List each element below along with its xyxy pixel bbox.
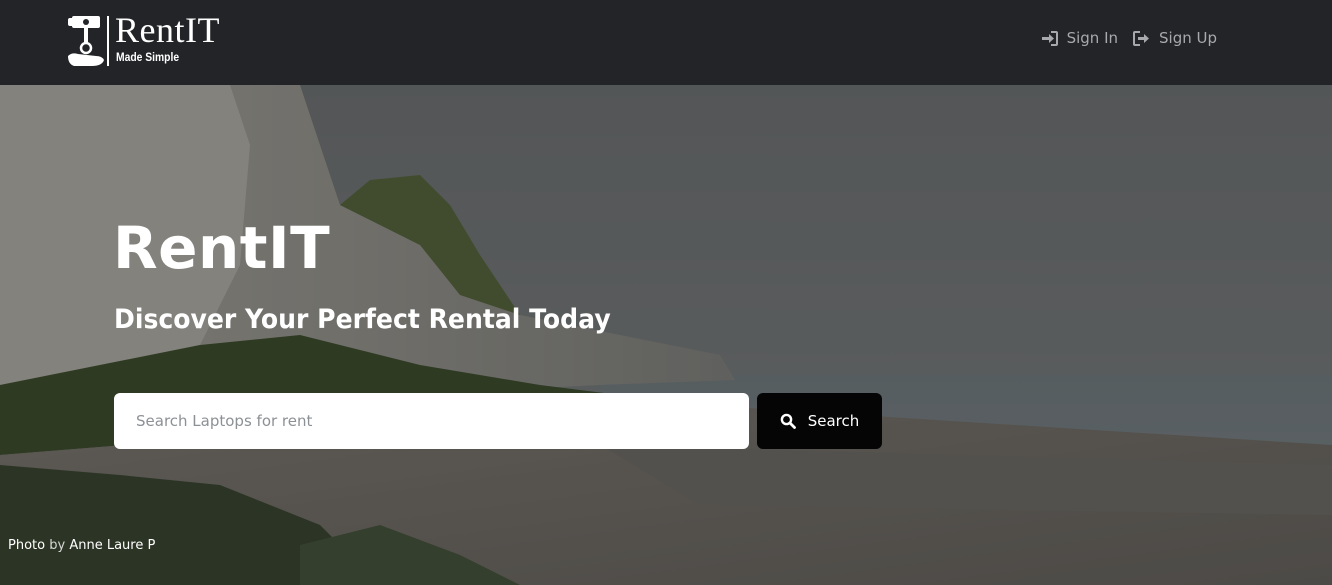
hero-title: RentIT	[113, 214, 331, 282]
hero-subtitle: Discover Your Perfect Rental Today	[114, 304, 611, 335]
hero-section: RentIT Discover Your Perfect Rental Toda…	[0, 85, 1332, 585]
sign-up-icon	[1133, 30, 1149, 46]
search-icon	[780, 413, 796, 429]
search-input[interactable]	[114, 393, 749, 449]
sign-in-label: Sign In	[1066, 29, 1118, 47]
search-button[interactable]: Search	[757, 393, 882, 449]
brand-logo[interactable]: RentIT Made Simple	[66, 10, 219, 70]
brand-divider	[107, 16, 109, 66]
logo-hand-icon	[68, 16, 104, 66]
brand-tagline: Made Simple	[116, 50, 180, 64]
photo-credit: Photo by Anne Laure P	[8, 538, 155, 553]
navbar: RentIT Made Simple Sign In Sign Up	[0, 0, 1332, 85]
photo-credit-author-link[interactable]: Anne Laure P	[69, 538, 155, 553]
sign-up-label: Sign Up	[1159, 29, 1217, 47]
photo-credit-label: Photo	[8, 538, 46, 553]
nav-links: Sign In Sign Up	[1041, 29, 1217, 47]
sign-in-link[interactable]: Sign In	[1041, 29, 1118, 47]
sign-in-icon	[1041, 30, 1058, 46]
sign-up-link[interactable]: Sign Up	[1133, 29, 1217, 47]
search-button-label: Search	[807, 412, 860, 430]
brand-name: RentIT	[115, 10, 220, 50]
photo-credit-by: by	[49, 538, 66, 553]
